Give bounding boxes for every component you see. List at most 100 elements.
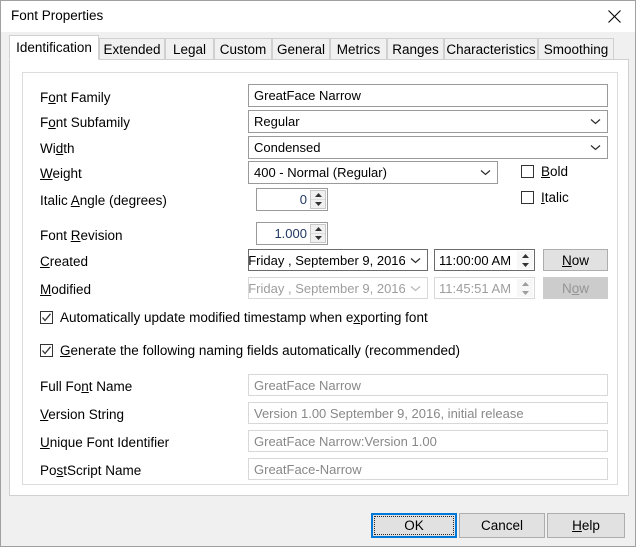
label-font-revision: Font Revision bbox=[40, 228, 123, 243]
chevron-down-icon bbox=[407, 278, 423, 298]
stepper-down-icon[interactable] bbox=[311, 234, 325, 242]
tab-strip: Identification Extended Legal Custom Gen… bbox=[9, 35, 629, 60]
font-revision-stepper[interactable]: 1.000 bbox=[256, 222, 328, 245]
tab-smoothing[interactable]: Smoothing bbox=[538, 38, 614, 59]
unique-font-identifier-input: GreatFace Narrow:Version 1.00 bbox=[248, 430, 608, 452]
tab-label: General bbox=[276, 41, 326, 57]
auto-update-timestamp-checkbox[interactable]: Automatically update modified timestamp … bbox=[40, 310, 428, 325]
checkbox-box bbox=[40, 344, 53, 357]
chevron-down-icon[interactable] bbox=[477, 162, 493, 183]
font-family-value: GreatFace Narrow bbox=[254, 88, 361, 103]
help-button-label: Help bbox=[572, 518, 600, 533]
font-properties-dialog: Font Properties Identification Extended … bbox=[0, 0, 636, 547]
label-modified: Modified bbox=[40, 282, 92, 297]
label-width: Width bbox=[40, 141, 75, 156]
full-font-name-input: GreatFace Narrow bbox=[248, 374, 608, 396]
stepper-down-icon[interactable] bbox=[311, 200, 325, 208]
chevron-down-icon[interactable] bbox=[587, 111, 603, 132]
created-time-value: 11:00:00 AM bbox=[439, 252, 512, 268]
generate-naming-label: Generate the following naming fields aut… bbox=[60, 343, 460, 358]
window-title: Font Properties bbox=[11, 8, 104, 23]
tab-label: Extended bbox=[103, 41, 161, 57]
tab-general[interactable]: General bbox=[272, 38, 330, 59]
version-string-input: Version 1.00 September 9, 2016, initial … bbox=[248, 402, 608, 424]
tab-ranges[interactable]: Ranges bbox=[387, 38, 444, 59]
stepper-up-icon[interactable] bbox=[517, 251, 533, 260]
tab-legal[interactable]: Legal bbox=[165, 38, 214, 59]
modified-date-value: Friday , September 9, 2016 bbox=[249, 280, 405, 296]
tab-label: Characteristics bbox=[446, 41, 536, 57]
created-date-value: Friday , September 9, 2016 bbox=[249, 252, 405, 268]
created-date-picker[interactable]: Friday , September 9, 2016 bbox=[248, 249, 428, 271]
italic-angle-stepper[interactable]: 0 bbox=[256, 188, 328, 211]
tab-label: Custom bbox=[219, 41, 267, 57]
label-weight: Weight bbox=[40, 166, 82, 181]
close-icon[interactable] bbox=[592, 1, 635, 31]
cancel-button[interactable]: Cancel bbox=[459, 513, 545, 538]
unique-font-identifier-value: GreatFace Narrow:Version 1.00 bbox=[254, 433, 437, 449]
label-font-family: Font Family bbox=[40, 90, 111, 105]
created-now-label: Now bbox=[561, 252, 589, 268]
dialog-footer: OK Cancel Help bbox=[1, 497, 635, 546]
bold-checkbox-label: Bold bbox=[541, 164, 569, 179]
tab-extended[interactable]: Extended bbox=[99, 38, 165, 59]
stepper-buttons bbox=[310, 224, 326, 243]
postscript-name-value: GreatFace-Narrow bbox=[254, 461, 362, 477]
label-version-string: Version String bbox=[40, 407, 125, 422]
modified-now-button: Now bbox=[543, 277, 608, 299]
tab-panel-identification: Font Family GreatFace Narrow Font Subfam… bbox=[9, 59, 629, 496]
checkbox-box bbox=[521, 191, 534, 204]
chevron-down-icon[interactable] bbox=[407, 250, 423, 270]
tab-identification[interactable]: Identification bbox=[9, 35, 99, 60]
font-revision-value: 1.000 bbox=[274, 226, 307, 241]
width-value: Condensed bbox=[254, 140, 321, 155]
bold-checkbox[interactable]: Bold bbox=[521, 164, 568, 179]
tab-label: Identification bbox=[16, 40, 92, 55]
full-font-name-value: GreatFace Narrow bbox=[254, 377, 361, 393]
modified-time-value: 11:45:51 AM bbox=[439, 280, 512, 296]
label-unique-font-identifier: Unique Font Identifier bbox=[40, 435, 170, 450]
tab-label: Ranges bbox=[392, 41, 439, 57]
label-postscript-name: PostScript Name bbox=[40, 463, 142, 478]
version-string-value: Version 1.00 September 9, 2016, initial … bbox=[254, 405, 524, 421]
ok-button[interactable]: OK bbox=[371, 513, 457, 538]
weight-value: 400 - Normal (Regular) bbox=[254, 165, 387, 180]
font-subfamily-combo[interactable]: Regular bbox=[248, 110, 608, 133]
stepper-down-icon bbox=[517, 288, 533, 297]
italic-checkbox-label: Italic bbox=[541, 190, 569, 205]
stepper-buttons bbox=[517, 251, 533, 269]
stepper-up-icon[interactable] bbox=[311, 225, 325, 234]
stepper-down-icon[interactable] bbox=[517, 260, 533, 269]
italic-checkbox[interactable]: Italic bbox=[521, 190, 569, 205]
label-full-font-name: Full Font Name bbox=[40, 379, 133, 394]
checkbox-box bbox=[521, 165, 534, 178]
tab-label: Metrics bbox=[336, 41, 381, 57]
tab-characteristics[interactable]: Characteristics bbox=[444, 38, 538, 59]
label-font-subfamily: Font Subfamily bbox=[40, 115, 131, 130]
tab-custom[interactable]: Custom bbox=[214, 38, 272, 59]
tab-metrics[interactable]: Metrics bbox=[330, 38, 387, 59]
stepper-buttons bbox=[517, 279, 533, 297]
width-combo[interactable]: Condensed bbox=[248, 136, 608, 159]
font-subfamily-value: Regular bbox=[254, 114, 300, 129]
stepper-up-icon[interactable] bbox=[311, 191, 325, 200]
label-italic-angle: Italic Angle (degrees) bbox=[40, 193, 167, 208]
weight-combo[interactable]: 400 - Normal (Regular) bbox=[248, 161, 498, 184]
stepper-up-icon bbox=[517, 279, 533, 288]
font-family-input[interactable]: GreatFace Narrow bbox=[248, 84, 608, 107]
modified-now-label: Now bbox=[561, 280, 589, 296]
created-time-stepper[interactable]: 11:00:00 AM bbox=[434, 249, 535, 271]
auto-update-timestamp-label: Automatically update modified timestamp … bbox=[60, 310, 428, 325]
cancel-button-label: Cancel bbox=[480, 518, 524, 533]
help-button[interactable]: Help bbox=[547, 513, 625, 538]
created-now-button[interactable]: Now bbox=[543, 249, 608, 271]
ok-button-label: OK bbox=[404, 518, 424, 533]
modified-date-picker: Friday , September 9, 2016 bbox=[248, 277, 428, 299]
tab-label: Legal bbox=[172, 41, 207, 57]
postscript-name-input: GreatFace-Narrow bbox=[248, 458, 608, 480]
stepper-buttons bbox=[310, 190, 326, 209]
tab-label: Smoothing bbox=[543, 41, 609, 57]
chevron-down-icon[interactable] bbox=[587, 137, 603, 158]
modified-time-stepper: 11:45:51 AM bbox=[434, 277, 535, 299]
generate-naming-checkbox[interactable]: Generate the following naming fields aut… bbox=[40, 343, 460, 358]
